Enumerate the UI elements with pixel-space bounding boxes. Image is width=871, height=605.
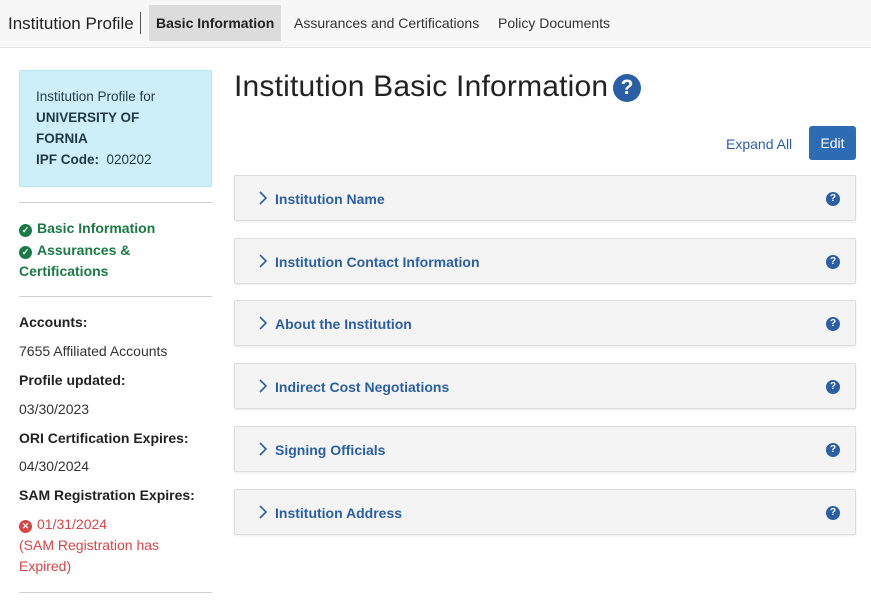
institution-name-line2: FORNIA [36,131,88,146]
status-assurances-certifications[interactable]: ✓ Assurances & Certifications [19,240,130,282]
ori-expires-label: ORI Certification Expires: [19,430,189,446]
accordion-institution-name[interactable]: Institution Name ? [234,175,856,221]
sam-expired-note1: (SAM Registration has [19,537,160,553]
sam-expired-status: ✕ 01/31/2024 (SAM Registration has Expire… [19,514,209,577]
ipf-code-value: 020202 [106,152,152,167]
chevron-right-icon [259,379,268,393]
sidebar-divider [19,296,212,297]
tab-policy-documents[interactable]: Policy Documents [491,5,617,41]
chevron-right-icon [259,316,268,330]
help-icon[interactable]: ? [826,255,840,269]
help-icon[interactable]: ? [826,506,840,520]
chevron-right-icon [259,254,268,268]
accounts-label: Accounts: [19,314,88,330]
institution-profile-card: Institution Profile for UNIVERSITY OF FO… [19,70,212,187]
sidebar-divider [19,202,212,203]
accordion-label: About the Institution [275,316,412,332]
chevron-right-icon [259,191,268,205]
status-assurances-label1: Assurances & [37,242,131,258]
ori-expires-value: 04/30/2024 [19,458,90,474]
status-basic-information[interactable]: ✓ Basic Information [19,218,155,239]
edit-button[interactable]: Edit [809,126,856,160]
accordion-institution-contact-information[interactable]: Institution Contact Information ? [234,238,856,284]
accordion-label: Indirect Cost Negotiations [275,379,450,395]
profile-updated-value: 03/30/2023 [19,401,90,417]
tab-basic-information[interactable]: Basic Information [149,5,282,41]
institution-name-line1: UNIVERSITY OF [36,110,140,125]
status-basic-label: Basic Information [37,220,156,236]
accounts-value: 7655 Affiliated Accounts [19,343,168,359]
error-circle-icon: ✕ [19,520,32,533]
status-assurances-label2: Certifications [19,263,109,279]
top-navbar: Institution Profile Basic Information As… [0,0,871,48]
profile-for-label: Institution Profile for [36,89,156,104]
help-icon[interactable]: ? [826,443,840,457]
check-circle-icon: ✓ [19,224,32,237]
brand-divider [140,12,141,34]
sidebar-divider [19,592,212,593]
expand-all-link[interactable]: Expand All [726,136,792,152]
accordion-institution-address[interactable]: Institution Address ? [234,489,856,535]
chevron-right-icon [259,505,268,519]
accordion-label: Institution Name [275,191,385,207]
help-icon[interactable]: ? [613,74,641,102]
check-circle-icon: ✓ [19,246,32,259]
help-icon[interactable]: ? [826,192,840,206]
help-icon[interactable]: ? [826,317,840,331]
profile-updated-label: Profile updated: [19,372,126,388]
brand-title: Institution Profile [8,14,134,33]
accordion-label: Institution Contact Information [275,254,480,270]
ipf-code: IPF Code: 020202 [36,149,195,170]
sam-expires-date: 01/31/2024 [37,516,108,532]
accordion-signing-officials[interactable]: Signing Officials ? [234,426,856,472]
accordion-label: Institution Address [275,505,403,521]
sam-expires-label: SAM Registration Expires: [19,487,195,503]
chevron-right-icon [259,442,268,456]
accordion-label: Signing Officials [275,442,386,458]
help-icon[interactable]: ? [826,380,840,394]
page-title: Institution Basic Information [234,70,609,103]
sam-expired-note2: Expired) [19,558,72,574]
tab-assurances-and-certifications[interactable]: Assurances and Certifications [287,5,486,41]
ipf-code-label: IPF Code: [36,152,99,167]
accordion-indirect-cost-negotiations[interactable]: Indirect Cost Negotiations ? [234,363,856,409]
accordion-about-the-institution[interactable]: About the Institution ? [234,300,856,346]
